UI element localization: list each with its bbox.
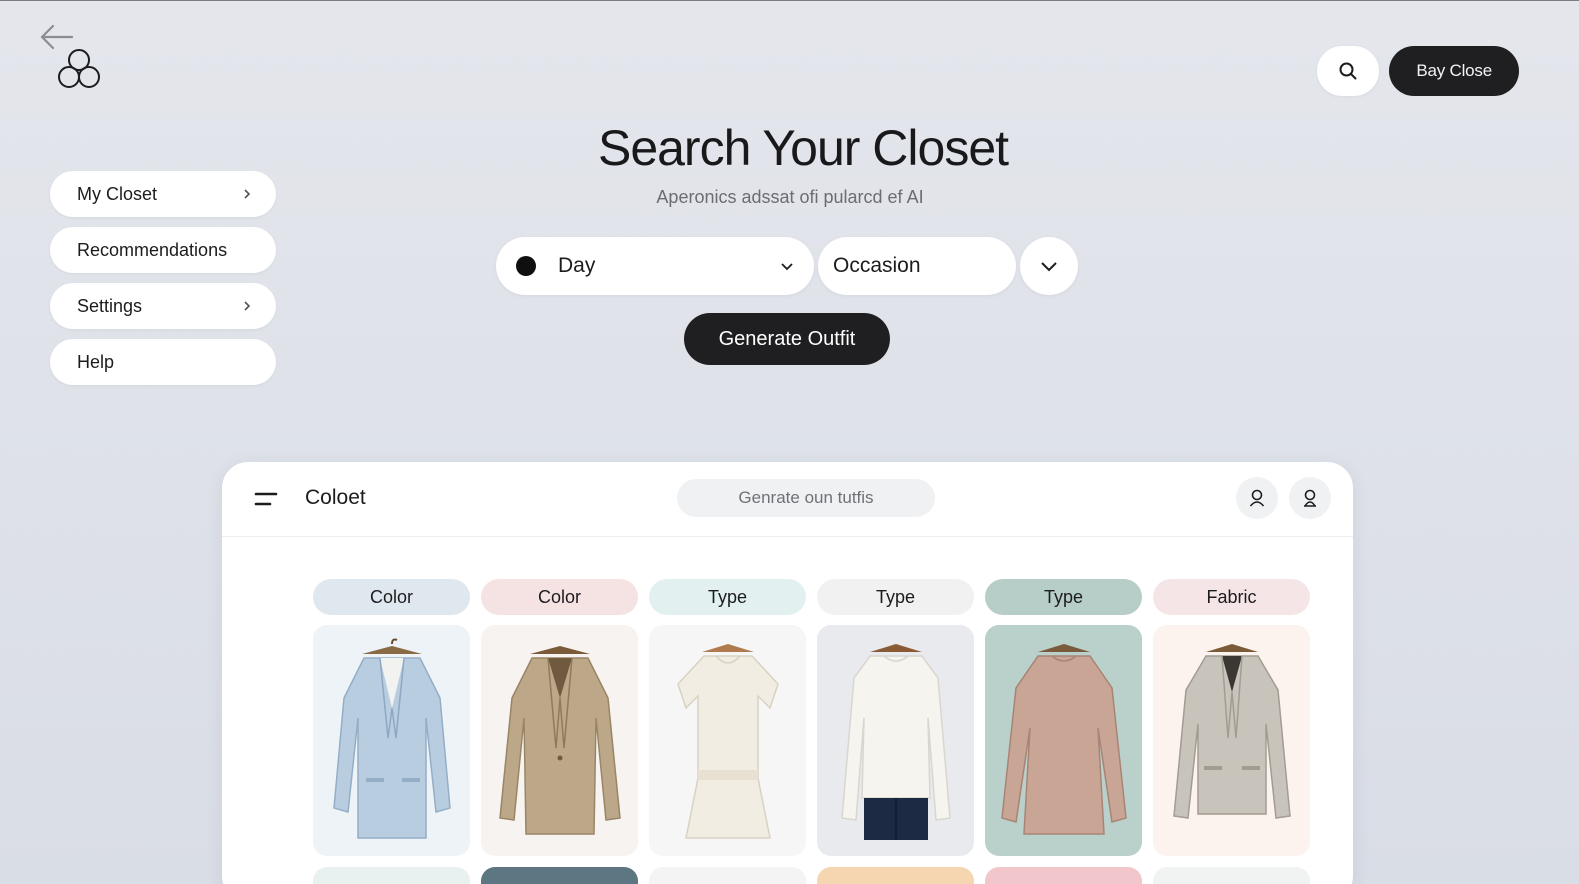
light-blue-blazer-image: [332, 638, 451, 839]
chevron-down-icon: [1041, 262, 1057, 272]
closet-column: Color: [481, 579, 638, 856]
closet-item-card[interactable]: [1153, 625, 1310, 856]
sidebar: My Closet Recommendations Settings Help: [50, 171, 276, 385]
chevron-right-icon: [244, 189, 251, 199]
close-button[interactable]: Bay Close: [1389, 46, 1519, 96]
logo-icon: [58, 49, 100, 88]
user-icon: [1304, 489, 1316, 507]
white-top-image: [840, 643, 951, 840]
page-subtitle: Aperonics adssat ofi pularcd ef AI: [656, 187, 924, 207]
closet-item-card[interactable]: [985, 867, 1142, 884]
closet-item-card[interactable]: [1153, 867, 1310, 884]
filter-chip[interactable]: Color: [481, 579, 638, 615]
sidebar-item-label: Settings: [77, 295, 143, 316]
user-button[interactable]: [1236, 477, 1278, 519]
day-select[interactable]: Day: [496, 237, 814, 295]
grey-blazer-image: [1172, 643, 1291, 819]
filter-chip[interactable]: Type: [985, 579, 1142, 615]
panel-header: Coloet: [222, 462, 1353, 537]
sidebar-item-recommendations[interactable]: Recommendations: [50, 227, 276, 273]
cream-dress-image: [676, 643, 779, 839]
occasion-select-value: Occasion: [833, 254, 921, 277]
profile-button[interactable]: [1289, 477, 1331, 519]
closet-column: Fabric: [1153, 579, 1310, 856]
menu-icon[interactable]: [254, 490, 280, 508]
user-icon: [1249, 489, 1265, 507]
closet-item-card[interactable]: [481, 625, 638, 856]
panel-search-input[interactable]: [677, 479, 935, 517]
closet-column: Type: [817, 579, 974, 856]
filter-chip[interactable]: Fabric: [1153, 579, 1310, 615]
closet-item-card[interactable]: [481, 867, 638, 884]
pink-sweater-image: [1000, 643, 1127, 835]
closet-item-card[interactable]: [313, 625, 470, 856]
closet-next-row: [313, 867, 1310, 884]
sidebar-item-label: My Closet: [77, 183, 158, 204]
top-actions: Bay Close: [1317, 46, 1519, 96]
closet-column: Type: [649, 579, 806, 856]
closet-item-card[interactable]: [313, 867, 470, 884]
sidebar-item-help[interactable]: Help: [50, 339, 276, 385]
filter-chip[interactable]: Color: [313, 579, 470, 615]
closet-column: Color: [313, 579, 470, 856]
day-select-value: Day: [558, 254, 596, 277]
filter-bar: Day Occasion: [496, 237, 1078, 295]
page-title: Search Your Closet: [597, 120, 1009, 176]
closet-item-card[interactable]: [985, 625, 1142, 856]
search-icon: [1339, 62, 1357, 80]
filter-chip[interactable]: Type: [817, 579, 974, 615]
closet-column: Type: [985, 579, 1142, 856]
closet-item-card[interactable]: [649, 867, 806, 884]
closet-item-card[interactable]: [817, 867, 974, 884]
panel-title: Coloet: [305, 486, 366, 509]
closet-item-card[interactable]: [649, 625, 806, 856]
tan-blazer-image: [498, 645, 621, 835]
sidebar-item-label: Recommendations: [77, 239, 228, 260]
chevron-right-icon: [244, 301, 251, 311]
search-button[interactable]: [1317, 46, 1380, 96]
hero: Search Your Closet Aperonics adssat ofi …: [480, 119, 1100, 208]
generate-outfit-button[interactable]: Generate Outfit: [684, 313, 890, 365]
sidebar-item-settings[interactable]: Settings: [50, 283, 276, 329]
filter-chip[interactable]: Type: [649, 579, 806, 615]
closet-grid: Color Color Type Type Type Fabric: [313, 579, 1310, 856]
occasion-dropdown-button[interactable]: [1020, 237, 1078, 295]
chevron-down-icon: [781, 263, 793, 271]
dot-icon: [516, 256, 536, 276]
closet-item-card[interactable]: [817, 625, 974, 856]
closet-panel: Coloet Color: [222, 462, 1353, 884]
sidebar-item-label: Help: [77, 351, 115, 372]
sidebar-item-my-closet[interactable]: My Closet: [50, 171, 276, 217]
occasion-select[interactable]: Occasion: [818, 237, 1016, 295]
